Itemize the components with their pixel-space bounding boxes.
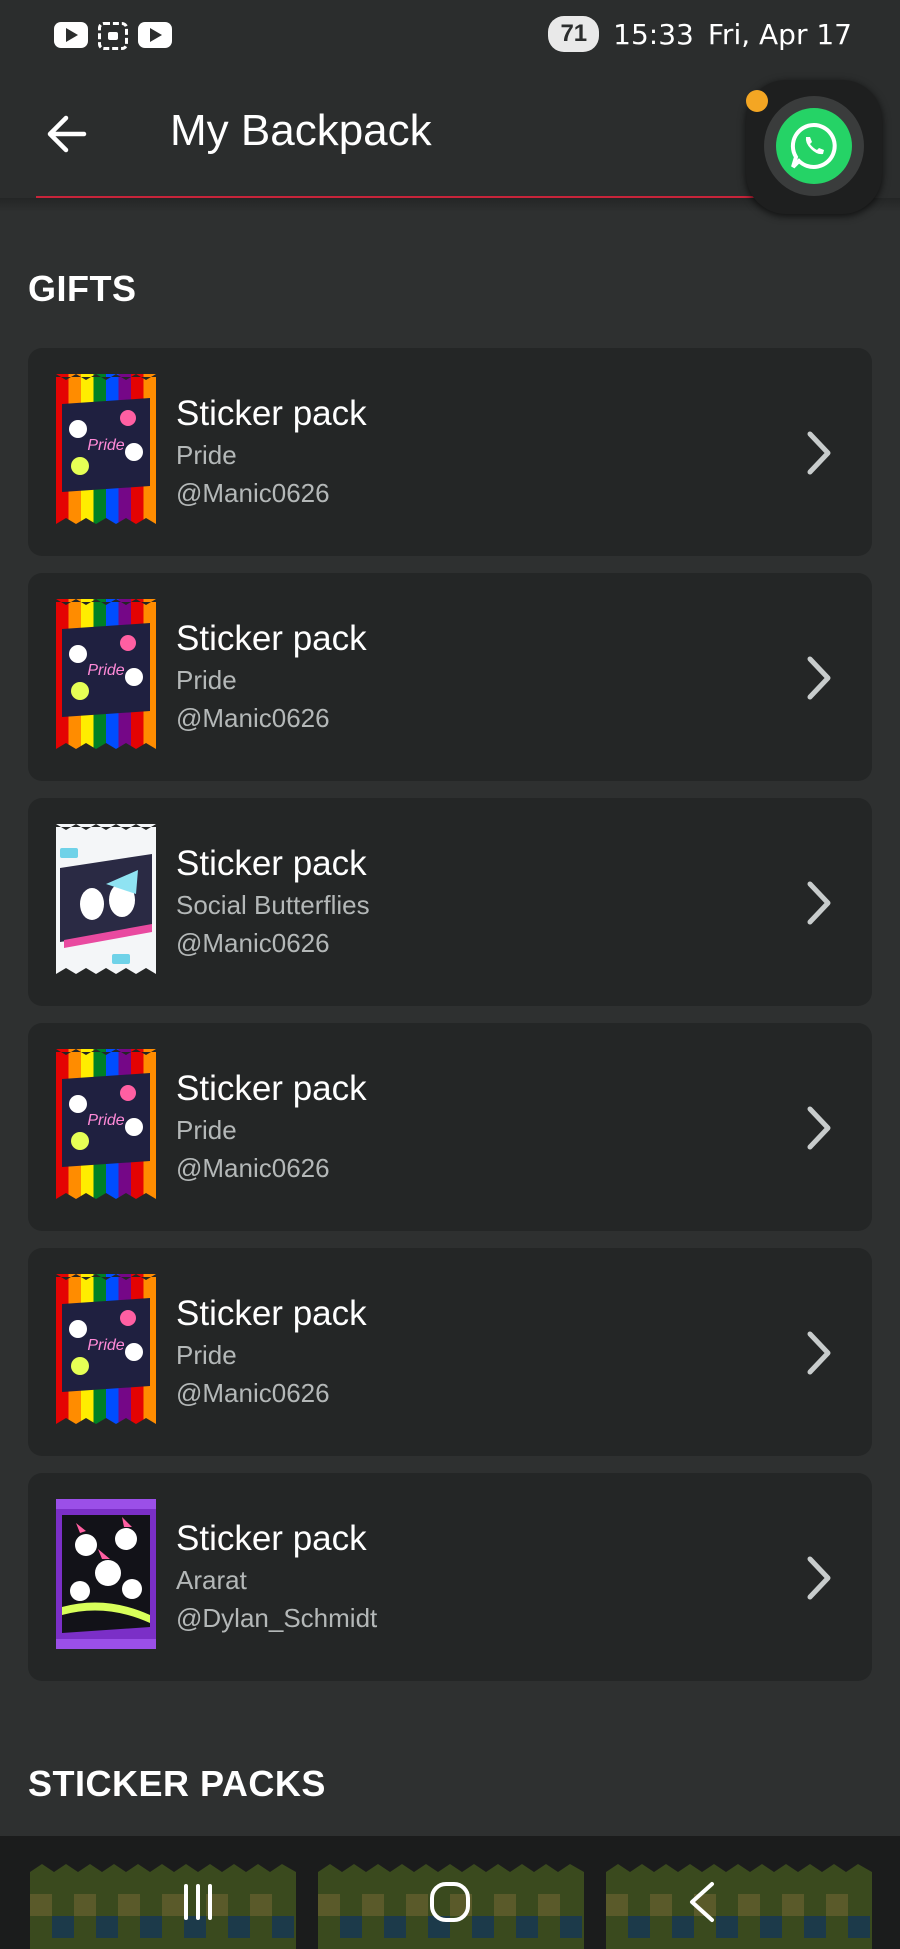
gift-item[interactable]: Sticker pack Social Butterflies @Manic0626 xyxy=(28,798,872,1006)
sticker-pack-thumbnail xyxy=(56,1499,156,1649)
gift-item[interactable]: Pride Sticker pack Pride @Manic0626 xyxy=(28,1248,872,1456)
system-navigation-bar xyxy=(0,1836,900,1949)
status-date: Fri, Apr 17 xyxy=(707,17,852,51)
arrow-left-icon xyxy=(47,115,87,153)
gift-item-title: Sticker pack xyxy=(176,844,367,883)
sticker-pack-thumbnail: Pride xyxy=(56,1274,156,1424)
gift-item-sender: @Manic0626 xyxy=(176,703,330,733)
status-notification-icons xyxy=(54,22,172,50)
home-button[interactable] xyxy=(410,1872,490,1932)
recents-icon xyxy=(184,1884,212,1920)
sticker-pack-thumbnail: Pride xyxy=(56,1049,156,1199)
gift-item-sender: @Dylan_Schmidt xyxy=(176,1603,378,1633)
status-time: 15:33 xyxy=(613,17,694,51)
chevron-right-icon xyxy=(807,1106,831,1150)
youtube-icon xyxy=(138,22,172,48)
gift-item-pack-name: Pride xyxy=(176,440,237,470)
gift-item-sender: @Manic0626 xyxy=(176,928,330,958)
gift-item-sender: @Manic0626 xyxy=(176,478,330,508)
notification-badge xyxy=(746,90,768,112)
gift-item-pack-name: Social Butterflies xyxy=(176,890,370,920)
sticker-pack-thumbnail xyxy=(56,824,156,974)
svg-text:Pride: Pride xyxy=(87,1337,124,1354)
youtube-icon xyxy=(54,22,88,48)
gift-item-pack-name: Ararat xyxy=(176,1565,247,1595)
chevron-right-icon xyxy=(807,656,831,700)
page-title: My Backpack xyxy=(170,106,432,155)
gift-item-sender: @Manic0626 xyxy=(176,1153,330,1183)
sticker-pack-thumbnail: Pride xyxy=(56,374,156,524)
gift-item-sender: @Manic0626 xyxy=(176,1378,330,1408)
svg-text:Pride: Pride xyxy=(87,437,124,454)
gift-item-pack-name: Pride xyxy=(176,1340,237,1370)
whatsapp-icon xyxy=(790,122,837,169)
back-button[interactable] xyxy=(36,104,96,164)
sticker-pack-thumbnail: Pride xyxy=(56,599,156,749)
svg-text:Pride: Pride xyxy=(87,1112,124,1129)
gift-item[interactable]: Pride Sticker pack Pride @Manic0626 xyxy=(28,1023,872,1231)
home-icon xyxy=(430,1882,470,1922)
gift-item[interactable]: Pride Sticker pack Pride @Manic0626 xyxy=(28,573,872,781)
back-icon xyxy=(690,1882,714,1922)
chevron-right-icon xyxy=(807,431,831,475)
section-header-gifts: GIFTS xyxy=(28,268,137,309)
chevron-right-icon xyxy=(807,881,831,925)
recents-button[interactable] xyxy=(158,1872,238,1932)
section-header-sticker-packs: STICKER PACKS xyxy=(28,1763,326,1804)
gift-item-title: Sticker pack xyxy=(176,619,367,658)
screenshot-icon xyxy=(98,22,128,50)
gift-item[interactable]: Sticker pack Ararat @Dylan_Schmidt xyxy=(28,1473,872,1681)
chevron-right-icon xyxy=(807,1556,831,1600)
gift-item-title: Sticker pack xyxy=(176,394,367,433)
gift-item-title: Sticker pack xyxy=(176,1294,367,1333)
battery-indicator: 71 xyxy=(548,16,600,52)
chevron-right-icon xyxy=(807,1331,831,1375)
gift-item-pack-name: Pride xyxy=(176,665,237,695)
gift-item-pack-name: Pride xyxy=(176,1115,237,1145)
gift-item-title: Sticker pack xyxy=(176,1069,367,1108)
gift-item-title: Sticker pack xyxy=(176,1519,367,1558)
status-bar: 71 15:33 Fri, Apr 17 xyxy=(0,0,900,72)
back-nav-button[interactable] xyxy=(662,1872,742,1932)
svg-text:Pride: Pride xyxy=(87,662,124,679)
gift-item[interactable]: Pride Sticker pack Pride @Manic0626 xyxy=(28,348,872,556)
